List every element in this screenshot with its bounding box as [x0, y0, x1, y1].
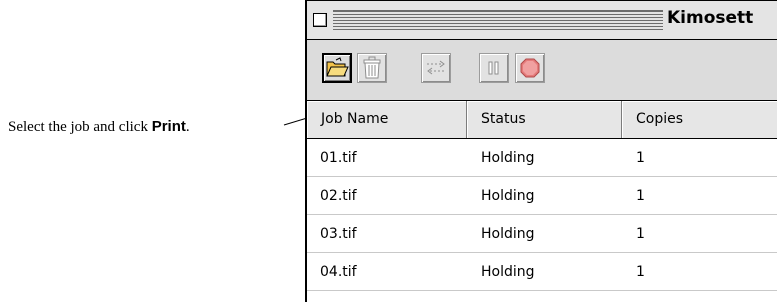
table-row[interactable]: 02.tif Holding 1: [307, 177, 777, 215]
window-title: Kimosett: [667, 8, 754, 28]
table-row[interactable]: 04.tif Holding 1: [307, 253, 777, 291]
job-copies-cell: 1: [636, 264, 645, 280]
print-button[interactable]: [421, 53, 451, 83]
column-header-status[interactable]: Status: [467, 101, 622, 138]
column-header-copies[interactable]: Copies: [622, 101, 777, 138]
job-name-cell: 02.tif: [320, 188, 357, 204]
job-status-cell: Holding: [481, 226, 535, 242]
job-status-cell: Holding: [481, 150, 535, 166]
print-queue-window: Kimosett Job Name Status Copies 01.tif H…: [305, 0, 777, 302]
job-copies-cell: 1: [636, 226, 645, 242]
job-copies-cell: 1: [636, 188, 645, 204]
table-row[interactable]: 01.tif Holding 1: [307, 139, 777, 177]
title-bar[interactable]: Kimosett: [307, 0, 777, 40]
pause-button[interactable]: [479, 53, 509, 83]
job-name-cell: 04.tif: [320, 264, 357, 280]
folder-open-icon: [326, 57, 349, 77]
pause-icon: [488, 61, 499, 75]
delete-button[interactable]: [357, 53, 387, 83]
stop-button[interactable]: [515, 53, 545, 83]
job-name-cell: 01.tif: [320, 150, 357, 166]
open-button[interactable]: [322, 53, 352, 83]
print-transfer-icon: [427, 60, 445, 75]
job-status-cell: Holding: [481, 188, 535, 204]
trash-icon: [363, 56, 381, 79]
title-bar-stripes: [333, 10, 663, 31]
close-box[interactable]: [313, 13, 327, 27]
job-name-cell: 03.tif: [320, 226, 357, 242]
job-status-cell: Holding: [481, 264, 535, 280]
toolbar: [307, 40, 777, 101]
table-header: Job Name Status Copies: [307, 101, 777, 139]
column-header-job-name[interactable]: Job Name: [307, 101, 467, 138]
job-copies-cell: 1: [636, 150, 645, 166]
stop-icon: [520, 58, 540, 78]
table-row[interactable]: 03.tif Holding 1: [307, 215, 777, 253]
